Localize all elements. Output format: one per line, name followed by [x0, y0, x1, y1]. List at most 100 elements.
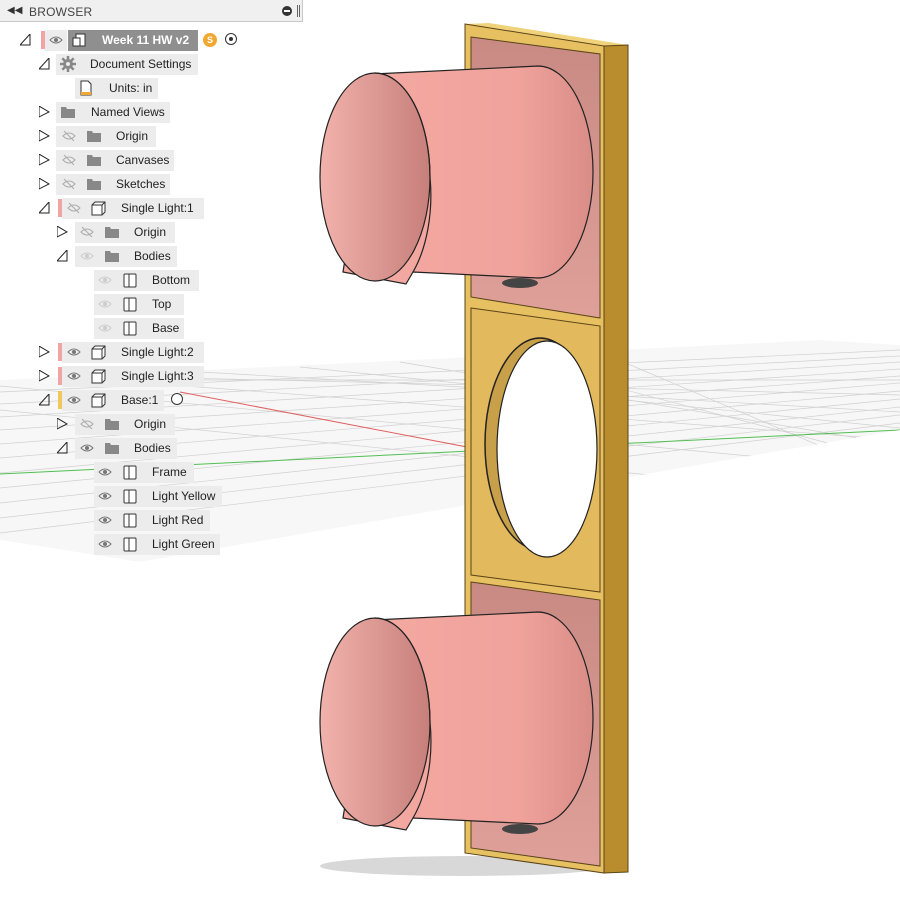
- tree-item-base-1[interactable]: Base:1: [0, 389, 303, 411]
- expand-triangle-icon[interactable]: [39, 370, 50, 382]
- folder-icon: [86, 152, 102, 168]
- tree-item-named-views[interactable]: Named Views: [0, 101, 303, 123]
- body-icon: [122, 320, 138, 336]
- body-icon: [122, 296, 138, 312]
- expand-triangle-icon[interactable]: [57, 418, 68, 430]
- expand-triangle-icon[interactable]: [39, 154, 50, 166]
- tree-label: Origin: [116, 129, 149, 143]
- tree-item-body[interactable]: Light Green: [0, 533, 303, 555]
- tree-item-sketches[interactable]: Sketches: [0, 173, 303, 195]
- shared-badge: S: [203, 33, 217, 47]
- units-document-icon: [78, 80, 94, 96]
- tree-label: Base: [152, 321, 180, 335]
- minimize-icon[interactable]: [282, 6, 292, 16]
- expand-triangle-icon[interactable]: [57, 226, 68, 238]
- collapse-triangle-icon[interactable]: [39, 394, 50, 406]
- tree-label: Document Settings: [90, 57, 192, 71]
- tree-item-single-light-2[interactable]: Single Light:2: [0, 341, 303, 363]
- tree-item-body[interactable]: Light Yellow: [0, 485, 303, 507]
- eye-icon[interactable]: [97, 512, 113, 528]
- eye-icon[interactable]: [97, 536, 113, 552]
- tree-label: Units: in: [109, 81, 153, 95]
- folder-icon: [104, 416, 120, 432]
- eye-icon[interactable]: [97, 320, 113, 336]
- browser-header: ◀◀ BROWSER: [0, 0, 303, 22]
- browser-panel: ◀◀ BROWSER Week 11 HW v2 S Document Sett…: [0, 0, 305, 560]
- light-green-tube[interactable]: [319, 611, 594, 834]
- tree-item-origin[interactable]: Origin: [0, 221, 303, 243]
- eye-icon[interactable]: [97, 464, 113, 480]
- tree-item-units[interactable]: Units: in: [0, 77, 303, 99]
- tree-root[interactable]: Week 11 HW v2 S: [0, 29, 303, 51]
- collapse-triangle-icon[interactable]: [39, 202, 50, 214]
- tree-item-bodies[interactable]: Bodies: [0, 437, 303, 459]
- expand-triangle-icon[interactable]: [39, 178, 50, 190]
- body-icon: [122, 464, 138, 480]
- tree-label: Origin: [134, 225, 167, 239]
- tree-label: Named Views: [91, 105, 165, 119]
- folder-icon: [104, 440, 120, 456]
- collapse-triangle-icon[interactable]: [57, 442, 68, 454]
- component-icon: [91, 392, 107, 408]
- gear-icon: [60, 56, 76, 72]
- eye-hidden-icon[interactable]: [79, 224, 95, 240]
- collapse-panel-icon[interactable]: ◀◀: [7, 5, 22, 17]
- expand-triangle-icon[interactable]: [39, 346, 50, 358]
- eye-hidden-icon[interactable]: [61, 128, 77, 144]
- tree-item-body[interactable]: Frame: [0, 461, 303, 483]
- component-icon: [91, 368, 107, 384]
- activate-radio-icon[interactable]: [171, 393, 183, 405]
- eye-icon[interactable]: [97, 272, 113, 288]
- component-icon: [91, 344, 107, 360]
- tree-item-body[interactable]: Base: [0, 317, 303, 339]
- tree-label: Light Red: [152, 513, 204, 527]
- tree-label: Single Light:3: [121, 369, 194, 383]
- collapse-triangle-icon[interactable]: [39, 58, 50, 70]
- tree-label: Single Light:2: [121, 345, 194, 359]
- tree-label: Bodies: [134, 249, 171, 263]
- tree-label: Canvases: [116, 153, 170, 167]
- tree-item-single-light-1[interactable]: Single Light:1: [0, 197, 303, 219]
- eye-icon[interactable]: [66, 392, 82, 408]
- browser-title: BROWSER: [29, 5, 93, 19]
- folder-icon: [104, 224, 120, 240]
- component-icon: [91, 200, 107, 216]
- tree-item-body[interactable]: Bottom: [0, 269, 303, 291]
- tree-item-document-settings[interactable]: Document Settings: [0, 53, 303, 75]
- tree-label: Sketches: [116, 177, 166, 191]
- folder-icon: [60, 104, 76, 120]
- eye-icon[interactable]: [79, 440, 95, 456]
- eye-icon[interactable]: [97, 488, 113, 504]
- tree-item-canvases[interactable]: Canvases: [0, 149, 303, 171]
- eye-icon[interactable]: [48, 32, 64, 48]
- tree-label: Bottom: [152, 273, 191, 287]
- tree-item-bodies[interactable]: Bodies: [0, 245, 303, 267]
- eye-icon[interactable]: [79, 248, 95, 264]
- panel-resize-handle[interactable]: [297, 5, 300, 17]
- eye-icon[interactable]: [66, 344, 82, 360]
- eye-icon[interactable]: [97, 296, 113, 312]
- light-red-tube[interactable]: [319, 65, 594, 288]
- collapse-triangle-icon[interactable]: [57, 250, 68, 262]
- active-radio-icon[interactable]: [225, 33, 237, 45]
- tree-item-origin[interactable]: Origin: [0, 413, 303, 435]
- tree-item-origin[interactable]: Origin: [0, 125, 303, 147]
- folder-icon: [104, 248, 120, 264]
- tree-item-body[interactable]: Top: [0, 293, 303, 315]
- tree-label: Light Green: [152, 537, 215, 551]
- tree-item-body[interactable]: Light Red: [0, 509, 303, 531]
- tree-label: Frame: [152, 465, 187, 479]
- eye-hidden-icon[interactable]: [61, 176, 77, 192]
- tree-label: Top: [152, 297, 172, 311]
- tree-label: Base:1: [121, 393, 159, 407]
- folder-icon: [86, 176, 102, 192]
- tree-label: Light Yellow: [152, 489, 216, 503]
- eye-icon[interactable]: [66, 368, 82, 384]
- tree-item-single-light-3[interactable]: Single Light:3: [0, 365, 303, 387]
- expand-triangle-icon[interactable]: [39, 106, 50, 118]
- expand-triangle-icon[interactable]: [39, 130, 50, 142]
- eye-hidden-icon[interactable]: [66, 200, 82, 216]
- eye-hidden-icon[interactable]: [79, 416, 95, 432]
- collapse-triangle-icon[interactable]: [20, 34, 31, 46]
- eye-hidden-icon[interactable]: [61, 152, 77, 168]
